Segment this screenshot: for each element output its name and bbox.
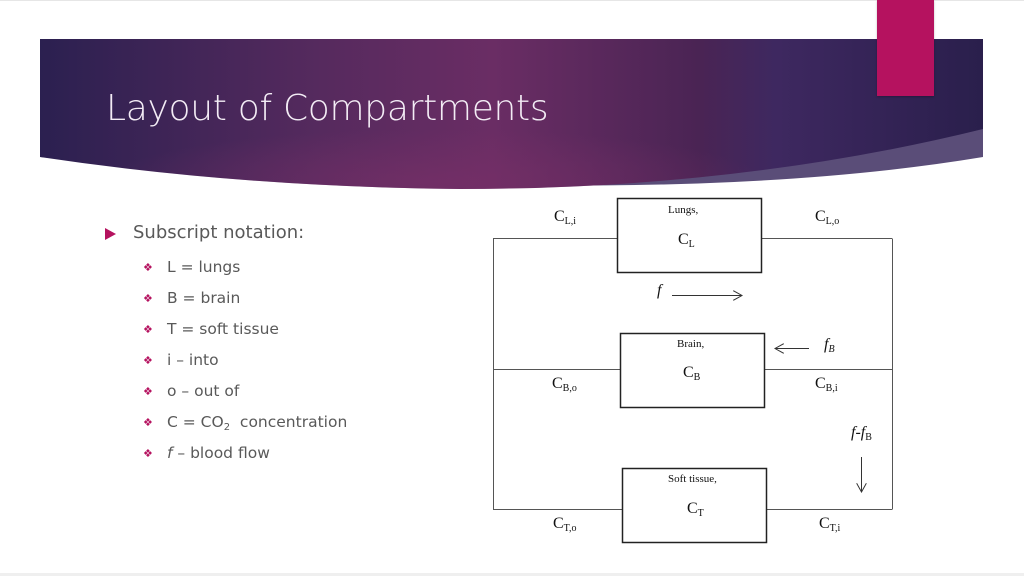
brain-symbol: CB	[683, 364, 701, 383]
soft-tissue-title: Soft tissue,	[668, 473, 717, 485]
soft-tissue-symbol: CT	[687, 500, 704, 519]
label-c-tissue-in: CT,i	[819, 515, 841, 534]
flow-label-tissue: f-fB	[851, 424, 872, 443]
diagram-lines	[493, 197, 893, 544]
label-c-brain-in: CB,i	[815, 375, 838, 394]
compartment-diagram: Lungs, CL Brain, CB Soft tissue, CT CL,i…	[0, 0, 1024, 576]
lungs-symbol: CL	[678, 231, 695, 250]
label-c-lungs-in: CL,i	[554, 208, 577, 227]
flow-label-total: f	[657, 282, 662, 299]
flow-label-brain: fB	[824, 336, 835, 355]
brain-title: Brain,	[677, 338, 705, 350]
label-c-lungs-out: CL,o	[815, 208, 840, 227]
label-c-brain-out: CB,o	[552, 375, 577, 394]
label-c-tissue-out: CT,o	[553, 515, 577, 534]
lungs-title: Lungs,	[668, 204, 699, 216]
